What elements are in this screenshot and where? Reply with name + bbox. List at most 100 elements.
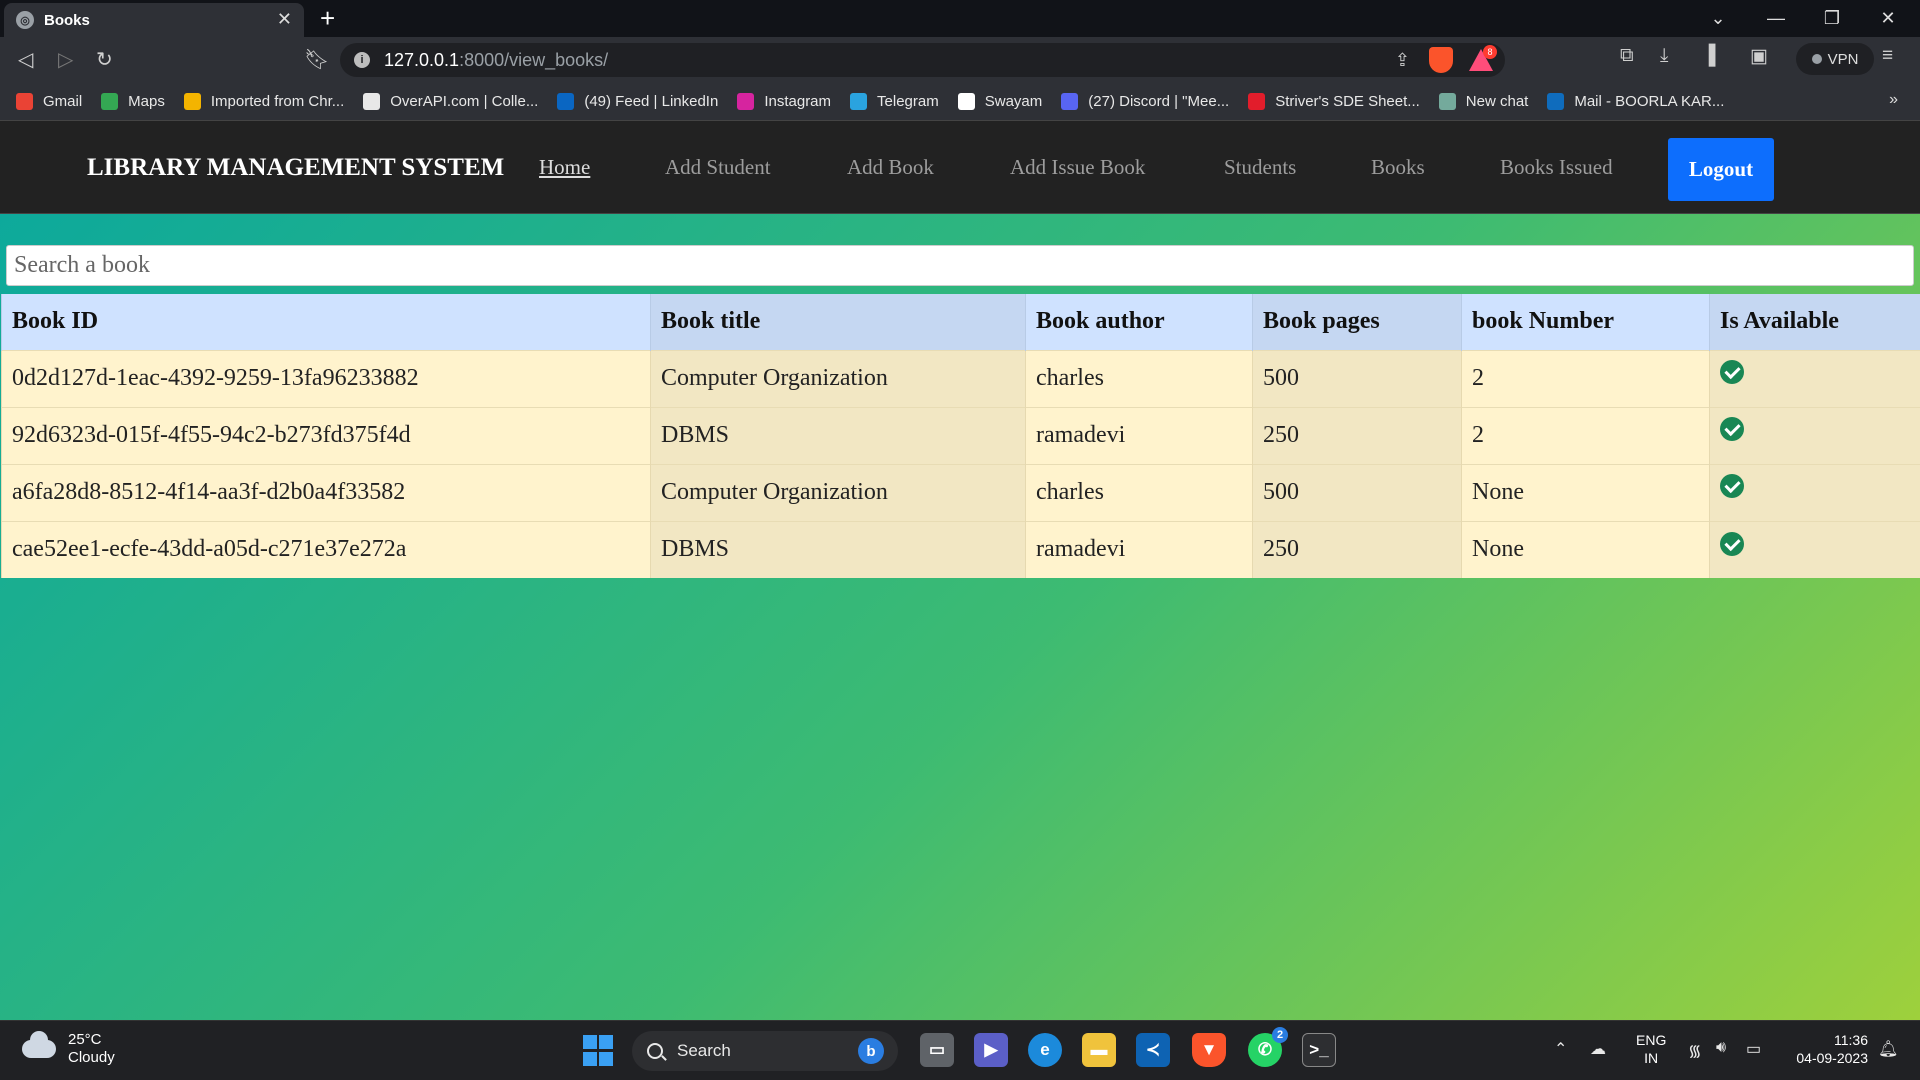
battery-icon[interactable]: ▭ bbox=[1746, 1039, 1761, 1059]
downloads-icon[interactable]: ⤓ bbox=[1660, 45, 1668, 67]
cell-book-pages: 250 bbox=[1252, 406, 1462, 464]
nav-books-issued[interactable]: Books Issued bbox=[1500, 155, 1613, 180]
bookmark-item[interactable]: Maps bbox=[101, 93, 165, 110]
cloud-icon bbox=[22, 1031, 56, 1058]
cell-is-available bbox=[1709, 520, 1920, 578]
cell-book-author: charles bbox=[1025, 349, 1253, 407]
nav-students[interactable]: Students bbox=[1224, 155, 1296, 180]
header-book-pages: Book pages bbox=[1252, 294, 1462, 350]
windows-start-icon[interactable] bbox=[582, 1033, 614, 1067]
task-view-icon[interactable]: ▭ bbox=[920, 1033, 954, 1067]
reload-icon[interactable]: ↻ bbox=[96, 47, 113, 72]
share-icon[interactable]: ⇪ bbox=[1395, 50, 1410, 71]
vscode-icon[interactable]: ≺ bbox=[1136, 1033, 1170, 1067]
url-host: 127.0.0.1 bbox=[384, 49, 460, 70]
tab-title: Books bbox=[44, 11, 90, 29]
address-bar[interactable]: i 127.0.0.1:8000/view_books/ ⇪ 8 bbox=[340, 43, 1505, 77]
bookmark-item[interactable]: Imported from Chr... bbox=[183, 93, 344, 110]
bookmark-icon[interactable]: 🔖︎ bbox=[304, 47, 329, 72]
bookmark-item[interactable]: Mail - BOORLA KAR... bbox=[1547, 93, 1724, 110]
check-circle-icon bbox=[1720, 417, 1744, 442]
search-input[interactable] bbox=[6, 245, 1914, 286]
url-path: :8000/view_books/ bbox=[459, 49, 609, 70]
restore-icon[interactable]: ❐ bbox=[1804, 8, 1860, 29]
telegram-icon bbox=[850, 93, 868, 110]
file-explorer-icon[interactable]: ▬ bbox=[1082, 1033, 1116, 1067]
cell-book-number: 2 bbox=[1461, 349, 1710, 407]
header-is-available: Is Available bbox=[1709, 294, 1920, 350]
cell-book-title: Computer Organization bbox=[650, 349, 1026, 407]
bookmark-label: (27) Discord | "Mee... bbox=[1088, 93, 1230, 110]
bookmark-item[interactable]: Swayam bbox=[957, 93, 1043, 110]
onedrive-icon[interactable]: ☁ bbox=[1590, 1039, 1606, 1059]
nav-add-issue-book[interactable]: Add Issue Book bbox=[1010, 155, 1145, 180]
bookmark-label: Maps bbox=[128, 93, 165, 110]
chevron-up-icon[interactable]: ⌃ bbox=[1554, 1039, 1567, 1059]
wifi-icon[interactable]: ᯾ bbox=[1688, 1039, 1702, 1061]
clock[interactable]: 11:36 04-09-2023 bbox=[1786, 1031, 1868, 1067]
language-indicator[interactable]: ENG IN bbox=[1636, 1031, 1666, 1067]
logout-button[interactable]: Logout bbox=[1668, 138, 1774, 201]
forward-icon[interactable]: ▷ bbox=[58, 47, 73, 72]
bookmark-item[interactable]: Striver's SDE Sheet... bbox=[1248, 93, 1420, 110]
cell-book-number: 2 bbox=[1461, 406, 1710, 464]
clock-time: 11:36 bbox=[1834, 1032, 1868, 1048]
check-circle-icon bbox=[1720, 360, 1744, 385]
more-bookmarks-icon[interactable]: » bbox=[1889, 91, 1898, 109]
nav-add-student[interactable]: Add Student bbox=[665, 155, 771, 180]
bookmark-item[interactable]: Telegram bbox=[850, 93, 939, 110]
bookmark-label: Swayam bbox=[984, 93, 1043, 110]
close-tab-icon[interactable]: ✕ bbox=[277, 9, 292, 30]
bookmark-item[interactable]: (49) Feed | LinkedIn bbox=[557, 93, 718, 110]
nav-add-book[interactable]: Add Book bbox=[847, 155, 934, 180]
vpn-button[interactable]: VPN bbox=[1796, 43, 1874, 75]
google-icon bbox=[957, 93, 975, 110]
bookmark-item[interactable]: OverAPI.com | Colle... bbox=[363, 93, 538, 110]
site-info-icon[interactable]: i bbox=[354, 52, 370, 68]
browser-tab[interactable]: ◎ Books ✕ bbox=[4, 3, 304, 37]
linkedin-icon bbox=[557, 93, 575, 110]
cell-book-id: 92d6323d-015f-4f55-94c2-b273fd375f4d bbox=[1, 406, 651, 464]
menu-icon[interactable]: ≡ bbox=[1882, 45, 1893, 67]
close-window-icon[interactable]: ✕ bbox=[1860, 8, 1916, 29]
clock-date: 04-09-2023 bbox=[1796, 1050, 1868, 1066]
brave-browser-icon[interactable]: ▼ bbox=[1192, 1033, 1226, 1067]
rewards-badge: 8 bbox=[1483, 45, 1497, 59]
cell-book-author: ramadevi bbox=[1025, 520, 1253, 578]
nav-home[interactable]: Home bbox=[539, 155, 590, 180]
lang-top: ENG bbox=[1636, 1032, 1667, 1048]
browser-toolbar: ◁ ▷ ↻ 🔖︎ i 127.0.0.1:8000/view_books/ ⇪ … bbox=[0, 37, 1920, 83]
bookmark-item[interactable]: New chat bbox=[1438, 93, 1528, 110]
back-icon[interactable]: ◁ bbox=[18, 47, 33, 72]
weather-widget[interactable]: 25°C Cloudy bbox=[22, 1031, 115, 1067]
temperature: 25°C bbox=[68, 1031, 102, 1048]
extensions-icon[interactable]: ⧉ bbox=[1620, 45, 1634, 67]
new-tab-button[interactable]: + bbox=[320, 3, 335, 33]
bookmark-item[interactable]: Gmail bbox=[16, 93, 82, 110]
bing-icon[interactable]: b bbox=[858, 1038, 884, 1064]
overapi-icon bbox=[363, 93, 381, 110]
cell-book-id: 0d2d127d-1eac-4392-9259-13fa96233882 bbox=[1, 349, 651, 407]
sidebar-icon[interactable]: ▐ bbox=[1702, 45, 1715, 67]
teams-chat-icon[interactable]: ▶ bbox=[974, 1033, 1008, 1067]
bookmark-item[interactable]: (27) Discord | "Mee... bbox=[1061, 93, 1229, 110]
site-navbar: LIBRARY MANAGEMENT SYSTEM Home Add Stude… bbox=[0, 121, 1920, 214]
tab-list-chevron-icon[interactable]: ⌄ bbox=[1690, 8, 1746, 29]
taskbar-search[interactable]: Search b bbox=[632, 1031, 898, 1071]
bookmark-label: OverAPI.com | Colle... bbox=[390, 93, 539, 110]
cell-book-title: DBMS bbox=[650, 520, 1026, 578]
nav-books[interactable]: Books bbox=[1371, 155, 1425, 180]
minimize-icon[interactable]: — bbox=[1748, 8, 1804, 29]
wallet-icon[interactable]: ▣ bbox=[1750, 45, 1768, 68]
terminal-icon[interactable]: >_ bbox=[1302, 1033, 1336, 1067]
volume-icon[interactable]: 🔊︎ bbox=[1716, 1039, 1726, 1057]
brave-shields-icon[interactable] bbox=[1429, 47, 1453, 73]
cell-book-pages: 500 bbox=[1252, 463, 1462, 521]
bookmark-item[interactable]: Instagram bbox=[737, 93, 831, 110]
whatsapp-icon[interactable]: ✆ 2 bbox=[1248, 1027, 1288, 1067]
taskbar-search-label: Search bbox=[677, 1041, 731, 1060]
edge-icon[interactable]: e bbox=[1028, 1033, 1062, 1067]
notification-icon[interactable]: 🔔︎ bbox=[1878, 1039, 1898, 1059]
books-table: Book ID Book title Book author Book page… bbox=[1, 294, 1920, 578]
window-controls: ⌄ bbox=[1690, 0, 1746, 37]
